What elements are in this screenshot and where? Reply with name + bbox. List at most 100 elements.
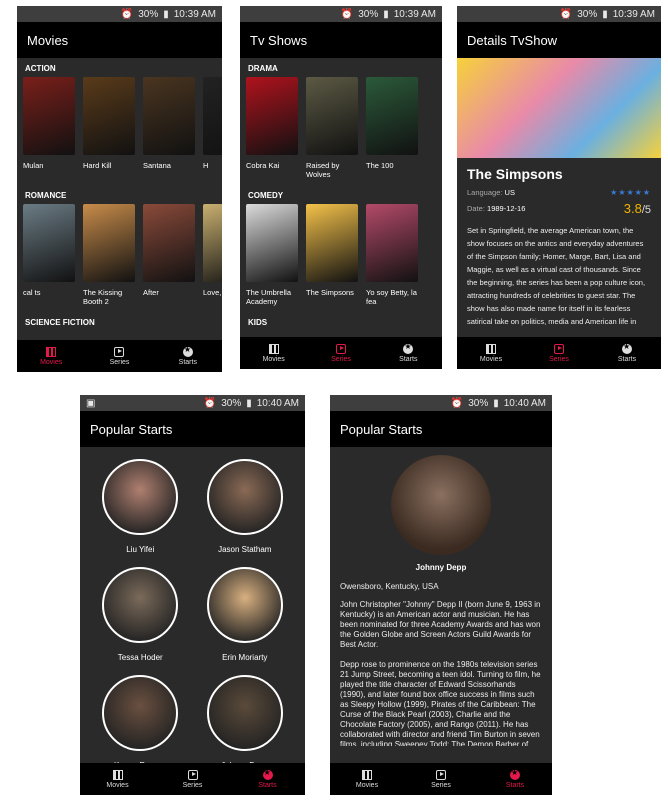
poster-card[interactable]: Raised by Wolves [306, 77, 358, 185]
language-row: Language: US [467, 188, 515, 197]
person-card[interactable]: Tessa Hoder [88, 567, 193, 675]
poster-title: Love, Guarant [203, 288, 222, 297]
battery-icon: ▮ [246, 397, 252, 409]
poster-card[interactable]: The Umbrella Academy [246, 204, 298, 312]
nav-series[interactable]: Series [89, 346, 149, 366]
poster-card[interactable]: Santana [143, 77, 195, 185]
nav-movies[interactable]: Movies [461, 343, 521, 363]
nav-series[interactable]: Series [529, 343, 589, 363]
person-card[interactable]: Liu Yifei [88, 459, 193, 567]
poster-image [143, 77, 195, 155]
status-bar: ⏰ 30% ▮ 10:39 AM [17, 6, 222, 22]
poster-card[interactable]: H [203, 77, 222, 185]
section-title: SCIENCE FICTION [25, 318, 95, 327]
page-title: Details TvShow [467, 32, 558, 48]
tv-icon [554, 343, 564, 354]
person-bio-2: Depp rose to prominence on the 1980s tel… [340, 660, 541, 746]
bottom-nav: Movies Series Starts [80, 763, 305, 795]
rating-value: 3.8/5 [623, 201, 651, 216]
poster-card[interactable]: Hard Kill [83, 77, 135, 185]
poster-image [83, 77, 135, 155]
poster-card[interactable]: After [143, 204, 195, 312]
poster-card[interactable]: The Simpsons [306, 204, 358, 312]
nav-starts[interactable]: Starts [485, 768, 545, 789]
poster-card[interactable]: The Kissing Booth 2 [83, 204, 135, 312]
poster-card[interactable]: Love, Guarant [203, 204, 222, 312]
poster-title: The Kissing Booth 2 [83, 288, 123, 306]
poster-image [83, 204, 135, 282]
nav-movies[interactable]: Movies [21, 346, 81, 366]
battery-icon: ▮ [163, 8, 169, 20]
poster-title: Santana [143, 161, 171, 170]
poster-row: cal ts The Kissing Booth 2 After Love, Guar… [17, 204, 222, 312]
status-bar: ⏰ 30% ▮ 10:40 AM [330, 395, 552, 411]
poster-title: Raised by Wolves [306, 161, 340, 179]
poster-card[interactable]: Cobra Kai [246, 77, 298, 185]
nav-starts[interactable]: Starts [238, 768, 298, 789]
person-name: Liu Yifei [126, 545, 155, 554]
avatar [206, 567, 283, 643]
app-bar: Movies [17, 22, 222, 58]
date-row: Date: 1989-12-16 [467, 204, 526, 213]
alarm-icon: ⏰ [450, 397, 464, 409]
poster-title: cal ts [23, 288, 41, 297]
section-title: DRAMA [248, 64, 278, 73]
nav-starts[interactable]: Starts [597, 342, 657, 363]
status-bar: ⏰ 30% ▮ 10:39 AM [457, 6, 661, 22]
person-name: Jason Statham [218, 545, 272, 554]
screen-details: ⏰ 30% ▮ 10:39 AM Details TvShow The Simp… [457, 6, 661, 369]
section-title: ACTION [25, 64, 56, 73]
poster-card[interactable]: The 100 [366, 77, 418, 185]
nav-series[interactable]: Series [163, 769, 223, 789]
people-grid: Liu Yifei Jason Statham Tessa Hoder Erin Mo… [80, 447, 305, 783]
person-card[interactable]: Erin Moriarty [193, 567, 298, 675]
battery-icon: ▮ [493, 397, 499, 409]
tv-icon [436, 769, 446, 780]
nav-movies[interactable]: Movies [244, 343, 304, 363]
poster-title: Yo soy Betty, la fea [366, 288, 417, 306]
person-name: Tessa Hoder [117, 653, 163, 662]
poster-card[interactable]: Yo soy Betty, la fea [366, 204, 418, 312]
poster-image [366, 204, 418, 282]
time: 10:39 AM [173, 8, 216, 20]
page-title: Popular Starts [90, 421, 173, 437]
app-bar: Popular Starts [330, 411, 552, 447]
avatar [102, 567, 179, 643]
app-bar: Tv Shows [240, 22, 442, 58]
film-icon [486, 343, 496, 354]
poster-card[interactable]: Mulan [23, 77, 75, 185]
alarm-icon: ⏰ [203, 397, 217, 409]
poster-title: After [143, 288, 159, 297]
nav-movies[interactable]: Movies [337, 769, 397, 789]
nav-starts[interactable]: Starts [158, 345, 218, 366]
app-bar: Popular Starts [80, 411, 305, 447]
poster-image [306, 77, 358, 155]
poster-row: Mulan Hard Kill Santana H [17, 77, 222, 185]
nav-starts[interactable]: Starts [378, 342, 438, 363]
nav-series[interactable]: Series [311, 343, 371, 363]
person-bio-1: John Christopher "Johnny" Depp II (born … [340, 600, 541, 649]
poster-image [246, 204, 298, 282]
poster-title: The Simpsons [306, 288, 354, 297]
poster-image [23, 204, 75, 282]
tv-icon [114, 346, 125, 357]
show-banner [457, 58, 661, 158]
screen-popular-starts: ▣ ⏰ 30% ▮ 10:40 AM Popular Starts Liu Yi… [80, 395, 305, 795]
section-title: KIDS [248, 318, 268, 327]
poster-title: Cobra Kai [246, 161, 280, 170]
film-icon [362, 769, 372, 780]
poster-image [23, 77, 75, 155]
rating-stars: ★★★★★ [610, 188, 651, 197]
screen-movies: ⏰ 30% ▮ 10:39 AM Movies ACTION Mulan Hard … [17, 6, 222, 372]
section-title: ROMANCE [25, 191, 67, 200]
battery-icon: ▮ [602, 8, 608, 20]
avatar [206, 675, 283, 751]
poster-row: Cobra Kai Raised by Wolves The 100 [240, 77, 442, 185]
tv-icon [335, 343, 346, 354]
nav-series[interactable]: Series [411, 769, 471, 789]
person-card[interactable]: Jason Statham [193, 459, 298, 567]
nav-movies[interactable]: Movies [88, 769, 148, 789]
alarm-icon: ⏰ [340, 8, 354, 20]
poster-card[interactable]: cal ts [23, 204, 75, 312]
alarm-icon: ⏰ [120, 8, 134, 20]
